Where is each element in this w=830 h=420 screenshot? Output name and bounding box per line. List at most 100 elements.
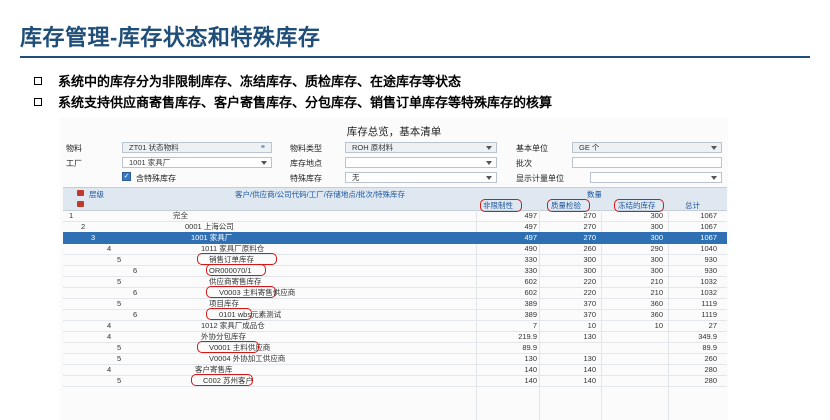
chevron-down-icon[interactable] bbox=[486, 146, 492, 150]
chevron-down-icon[interactable] bbox=[486, 161, 492, 165]
quantity-cell: 300 bbox=[650, 255, 663, 264]
highlight-subcontract-stock bbox=[197, 341, 259, 353]
quantity-cell: 370 bbox=[583, 310, 596, 319]
material-field[interactable]: ZT01 状态物料 ⚭ bbox=[122, 142, 272, 153]
bullet-1-text: 系统中的库存分为非限制库存、冻结库存、质检库存、在途库存等状态 bbox=[58, 74, 462, 89]
quantity-cell: 1067 bbox=[700, 211, 717, 220]
quantity-cell: 330 bbox=[524, 255, 537, 264]
row-description: 1001 家具厂 bbox=[191, 233, 233, 242]
quantity-cell: 210 bbox=[650, 288, 663, 297]
quantity-cell: 497 bbox=[524, 222, 537, 231]
table-row[interactable]: 5 C002 苏州客户 140 140 280 bbox=[63, 375, 727, 387]
material-type-field[interactable]: ROH 原材料 bbox=[345, 142, 497, 153]
quantity-cell: 130 bbox=[583, 332, 596, 341]
storage-location-field[interactable] bbox=[345, 157, 497, 168]
material-type-label: 物料类型 bbox=[290, 144, 322, 153]
quantity-cell: 602 bbox=[524, 288, 537, 297]
chevron-down-icon[interactable] bbox=[711, 146, 717, 150]
highlight-customer-consignment bbox=[191, 374, 253, 386]
storage-location-label: 库存地点 bbox=[290, 159, 322, 168]
sap-stock-overview-screenshot: 库存总览，基本清单 物料 ZT01 状态物料 ⚭ 物料类型 ROH 原材料 基本… bbox=[60, 118, 728, 420]
quantity-cell: 270 bbox=[583, 233, 596, 242]
quantity-cell: 300 bbox=[650, 266, 663, 275]
quantity-cell: 89.9 bbox=[702, 343, 717, 352]
bullet-2: 系统支持供应商寄售库存、客户寄售库存、分包库存、销售订单库存等特殊库存的核算 bbox=[34, 92, 552, 111]
tree-node-level[interactable]: 5 bbox=[117, 353, 121, 364]
value-help-icon[interactable]: ⚭ bbox=[260, 143, 266, 152]
tree-node-level[interactable]: 5 bbox=[117, 375, 121, 386]
chevron-down-icon[interactable] bbox=[711, 176, 717, 180]
bullet-square-icon bbox=[34, 76, 42, 85]
tree-node-level[interactable]: 2 bbox=[81, 221, 85, 232]
quantity-cell: 389 bbox=[524, 299, 537, 308]
tree-node-level[interactable]: 4 bbox=[107, 320, 111, 331]
display-unit-field[interactable] bbox=[590, 172, 722, 183]
quantity-cell: 280 bbox=[704, 365, 717, 374]
chevron-down-icon[interactable] bbox=[261, 161, 267, 165]
special-stock-value: 无 bbox=[352, 173, 360, 182]
special-stock-checkbox[interactable]: ✓ bbox=[122, 172, 131, 181]
quantity-cell: 219.9 bbox=[518, 332, 537, 341]
batch-label: 批次 bbox=[516, 159, 532, 168]
quantity-cell: 130 bbox=[583, 354, 596, 363]
quantity-cell: 490 bbox=[524, 244, 537, 253]
tree-node-level[interactable]: 5 bbox=[117, 342, 121, 353]
tree-node-level[interactable]: 6 bbox=[133, 265, 137, 276]
quantity-cell: 1067 bbox=[700, 233, 717, 242]
quantity-cell: 330 bbox=[524, 266, 537, 275]
quantity-cell: 300 bbox=[583, 266, 596, 275]
quantity-cell: 220 bbox=[583, 277, 596, 286]
display-unit-label: 显示计量单位 bbox=[516, 174, 564, 183]
tree-node-level[interactable]: 4 bbox=[107, 331, 111, 342]
quantity-cell: 7 bbox=[532, 321, 537, 330]
quantity-cell: 360 bbox=[650, 299, 663, 308]
quantity-cell: 930 bbox=[704, 266, 717, 275]
slide-title: 库存管理-库存状态和特殊库存 bbox=[20, 25, 321, 50]
special-stock-field[interactable]: 无 bbox=[345, 172, 497, 183]
tree-node-level[interactable]: 5 bbox=[117, 254, 121, 265]
highlight-unrestricted bbox=[480, 199, 522, 212]
tree-node-level[interactable]: 3 bbox=[91, 232, 95, 243]
stock-overview-grid: 层级 客户/供应商/公司代码/工厂/存储地点/批次/特殊库存 数量 非限制性 质… bbox=[63, 187, 727, 420]
quantity-cell: 1119 bbox=[701, 310, 717, 319]
material-value: ZT01 状态物料 bbox=[129, 143, 179, 152]
quantity-cell: 300 bbox=[650, 233, 663, 242]
collapse-all-icon[interactable] bbox=[77, 201, 84, 207]
quantity-cell: 370 bbox=[583, 299, 596, 308]
base-unit-value: GE 个 bbox=[579, 143, 600, 152]
material-label: 物料 bbox=[66, 144, 82, 153]
highlight-sales-order-stock bbox=[206, 264, 266, 276]
highlight-project-stock bbox=[206, 308, 252, 320]
quantity-cell: 260 bbox=[704, 354, 717, 363]
highlight-vendor-consignment bbox=[206, 286, 276, 298]
quantity-cell: 1119 bbox=[701, 299, 717, 308]
plant-value: 1001 家具厂 bbox=[129, 158, 171, 167]
quantity-cell: 10 bbox=[654, 321, 663, 330]
base-unit-label: 基本单位 bbox=[516, 144, 548, 153]
row-description: 0001 上海公司 bbox=[185, 222, 234, 231]
base-unit-field[interactable]: GE 个 bbox=[572, 142, 722, 153]
material-type-value: ROH 原材料 bbox=[352, 143, 394, 152]
quantity-cell: 360 bbox=[650, 310, 663, 319]
expand-all-icon[interactable] bbox=[77, 190, 84, 196]
tree-node-level[interactable]: 4 bbox=[107, 243, 111, 254]
bullet-1: 系统中的库存分为非限制库存、冻结库存、质检库存、在途库存等状态 bbox=[34, 71, 461, 90]
quantity-cell: 602 bbox=[524, 277, 537, 286]
quantity-cell: 1040 bbox=[700, 244, 717, 253]
tree-node-level[interactable]: 6 bbox=[133, 309, 137, 320]
quantity-cell: 1032 bbox=[700, 277, 717, 286]
plant-field[interactable]: 1001 家具厂 bbox=[122, 157, 272, 168]
title-divider bbox=[20, 56, 810, 58]
quantity-cell: 260 bbox=[583, 244, 596, 253]
quantity-cell: 497 bbox=[524, 233, 537, 242]
tree-node-level[interactable]: 6 bbox=[133, 287, 137, 298]
quantity-cell: 1067 bbox=[700, 222, 717, 231]
tree-node-level[interactable]: 4 bbox=[107, 364, 111, 375]
chevron-down-icon[interactable] bbox=[486, 176, 492, 180]
special-stock-label: 特殊库存 bbox=[290, 174, 322, 183]
tree-node-level[interactable]: 5 bbox=[117, 276, 121, 287]
tree-node-level[interactable]: 1 bbox=[69, 210, 73, 221]
quantity-cell: 280 bbox=[704, 376, 717, 385]
tree-node-level[interactable]: 5 bbox=[117, 298, 121, 309]
batch-field[interactable] bbox=[572, 157, 722, 168]
